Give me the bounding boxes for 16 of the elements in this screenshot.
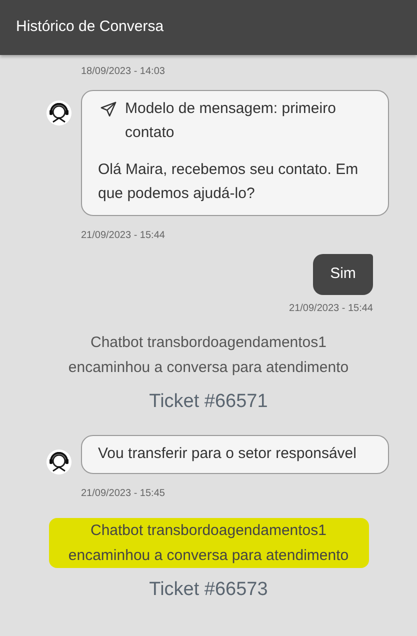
transfer-notice: Chatbot transbordoagendamentos1 encaminhou a conversa para atendimento xyxy=(48,518,368,568)
ticket-number: Ticket #66573 xyxy=(149,578,268,602)
message-timestamp: 21/09/2023 - 15:44 xyxy=(289,302,373,316)
template-title: Modelo de mensagem: primeiro contato xyxy=(125,99,337,143)
send-icon xyxy=(100,101,117,118)
message-timestamp: 21/09/2023 - 15:45 xyxy=(81,488,165,498)
agent-avatar-icon xyxy=(46,448,72,474)
ticket-number: Ticket #66571 xyxy=(149,390,268,414)
transfer-notice: Chatbot transbordoagendamentos1 encaminhou a conversa para atendimento xyxy=(67,333,350,378)
message-text: Olá Maira, recebemos seu contato. Em que podemos ajudá-lo? xyxy=(98,160,360,204)
message-timestamp: 18/09/2023 - 14:03 xyxy=(81,66,165,77)
message-timestamp: 21/09/2023 - 15:44 xyxy=(81,230,165,241)
message-text: Vou transferir para o setor responsável xyxy=(98,444,358,464)
window-title: Histórico de Conversa xyxy=(16,17,164,38)
message-text: Sim xyxy=(330,264,356,284)
agent-avatar-icon xyxy=(46,100,72,126)
